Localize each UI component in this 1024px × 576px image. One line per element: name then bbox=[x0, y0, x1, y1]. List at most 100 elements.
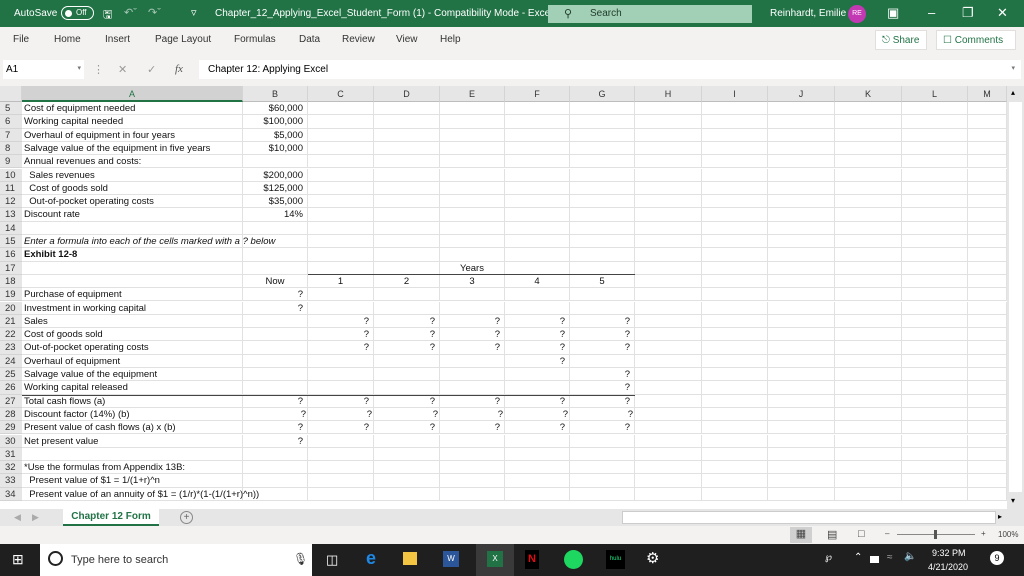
cell-j6[interactable] bbox=[768, 115, 835, 129]
cell-i11[interactable] bbox=[702, 181, 768, 196]
cell-l16[interactable] bbox=[902, 248, 968, 262]
cell-h33[interactable] bbox=[635, 474, 702, 488]
row-header[interactable]: 8 bbox=[0, 141, 22, 156]
cell-d19[interactable] bbox=[374, 288, 440, 302]
cell-d27[interactable]: ? bbox=[374, 394, 440, 408]
cell-g12[interactable] bbox=[570, 195, 635, 209]
cell-l19[interactable] bbox=[902, 288, 968, 302]
row-header[interactable]: 5 bbox=[0, 102, 22, 116]
row-header[interactable]: 25 bbox=[0, 368, 22, 382]
cell-l25[interactable] bbox=[902, 368, 968, 382]
cell-h25[interactable] bbox=[635, 368, 702, 382]
cell-g23[interactable]: ? bbox=[570, 341, 635, 355]
scroll-up-icon[interactable]: ▴ bbox=[1011, 88, 1015, 97]
cell-f7[interactable] bbox=[505, 128, 570, 142]
cell-l34[interactable] bbox=[902, 487, 968, 501]
cell-e16[interactable] bbox=[440, 248, 505, 262]
cell-b23[interactable] bbox=[243, 341, 308, 355]
cell-l29[interactable] bbox=[902, 421, 968, 435]
cell-c28[interactable]: ? bbox=[308, 407, 374, 422]
cell-i13[interactable] bbox=[702, 208, 768, 222]
cell-m9[interactable] bbox=[968, 155, 1007, 169]
cell-l18[interactable] bbox=[902, 274, 968, 289]
cell-d30[interactable] bbox=[374, 434, 440, 448]
cell-e21[interactable]: ? bbox=[440, 314, 505, 329]
cell-d22[interactable]: ? bbox=[374, 328, 440, 342]
cell-c11[interactable] bbox=[308, 181, 374, 196]
cell-b31[interactable] bbox=[243, 447, 308, 462]
cell-g33[interactable] bbox=[570, 474, 635, 488]
row-header[interactable]: 18 bbox=[0, 274, 22, 289]
cell-k32[interactable] bbox=[835, 461, 902, 475]
cell-k22[interactable] bbox=[835, 328, 902, 342]
row-header[interactable]: 27 bbox=[0, 394, 22, 408]
cell-g8[interactable] bbox=[570, 141, 635, 156]
cell-k26[interactable] bbox=[835, 381, 902, 395]
cell-j16[interactable] bbox=[768, 248, 835, 262]
chevron-down-icon[interactable]: ▾ bbox=[77, 64, 81, 72]
row-header[interactable]: 17 bbox=[0, 261, 22, 275]
cell-a20[interactable]: Investment in working capital bbox=[22, 301, 243, 315]
cell-l7[interactable] bbox=[902, 128, 968, 142]
volume-icon[interactable]: 🔈 bbox=[904, 551, 916, 562]
cell-c29[interactable]: ? bbox=[308, 421, 374, 435]
cell-e25[interactable] bbox=[440, 368, 505, 382]
cell-j20[interactable] bbox=[768, 301, 835, 315]
cell-f21[interactable]: ? bbox=[505, 314, 570, 329]
cell-c22[interactable]: ? bbox=[308, 328, 374, 342]
cell-j7[interactable] bbox=[768, 128, 835, 142]
cell-f6[interactable] bbox=[505, 115, 570, 129]
cell-c27[interactable]: ? bbox=[308, 394, 374, 408]
cell-f20[interactable] bbox=[505, 301, 570, 315]
cell-a23[interactable]: Out-of-pocket operating costs bbox=[22, 341, 243, 355]
cell-f34[interactable] bbox=[505, 487, 570, 501]
cell-g11[interactable] bbox=[570, 181, 635, 196]
cell-h31[interactable] bbox=[635, 447, 702, 462]
add-sheet-button[interactable]: + bbox=[180, 511, 193, 524]
cell-d12[interactable] bbox=[374, 195, 440, 209]
cell-a29[interactable]: Present value of cash flows (a) x (b) bbox=[22, 421, 243, 435]
cell-j22[interactable] bbox=[768, 328, 835, 342]
cell-j15[interactable] bbox=[768, 235, 835, 249]
cell-e18[interactable]: 3 bbox=[440, 274, 505, 289]
cell-h20[interactable] bbox=[635, 301, 702, 315]
next-sheet-icon[interactable]: ▶ bbox=[32, 512, 39, 523]
tab-view[interactable]: View bbox=[396, 34, 418, 45]
cell-a8[interactable]: Salvage value of the equipment in five y… bbox=[22, 141, 243, 156]
cell-c26[interactable] bbox=[308, 381, 374, 395]
cell-j13[interactable] bbox=[768, 208, 835, 222]
cell-d9[interactable] bbox=[374, 155, 440, 169]
row-header[interactable]: 29 bbox=[0, 421, 22, 435]
autosave-toggle[interactable]: Off bbox=[61, 6, 94, 20]
cell-f17[interactable] bbox=[505, 261, 570, 275]
cell-h15[interactable] bbox=[635, 235, 702, 249]
cell-m11[interactable] bbox=[968, 181, 1007, 196]
cell-c7[interactable] bbox=[308, 128, 374, 142]
row-header[interactable]: 16 bbox=[0, 248, 22, 262]
zoom-slider-handle[interactable] bbox=[934, 530, 937, 539]
cell-j27[interactable] bbox=[768, 394, 835, 408]
cell-b9[interactable] bbox=[243, 155, 308, 169]
cell-k30[interactable] bbox=[835, 434, 902, 448]
cell-g21[interactable]: ? bbox=[570, 314, 635, 329]
column-header-j[interactable]: J bbox=[768, 86, 835, 102]
cell-i23[interactable] bbox=[702, 341, 768, 355]
undo-icon[interactable]: ↶ˇ bbox=[124, 6, 137, 19]
tab-review[interactable]: Review bbox=[342, 34, 375, 45]
cell-a11[interactable]: Cost of goods sold bbox=[22, 181, 243, 196]
cell-a22[interactable]: Cost of goods sold bbox=[22, 328, 243, 342]
cell-a33[interactable]: Present value of $1 = 1/(1+r)^n bbox=[22, 474, 243, 488]
cell-g19[interactable] bbox=[570, 288, 635, 302]
cell-f23[interactable]: ? bbox=[505, 341, 570, 355]
cell-i12[interactable] bbox=[702, 195, 768, 209]
cell-a12[interactable]: Out-of-pocket operating costs bbox=[22, 195, 243, 209]
row-header[interactable]: 14 bbox=[0, 221, 22, 235]
settings-icon[interactable]: ⚙ bbox=[646, 549, 659, 567]
cell-h18[interactable] bbox=[635, 274, 702, 289]
cell-k10[interactable] bbox=[835, 168, 902, 182]
cell-f24[interactable]: ? bbox=[505, 354, 570, 368]
row-header[interactable]: 33 bbox=[0, 474, 22, 488]
cell-j30[interactable] bbox=[768, 434, 835, 448]
comments-button[interactable]: ☐ Comments bbox=[936, 30, 1016, 50]
cell-e10[interactable] bbox=[440, 168, 505, 182]
